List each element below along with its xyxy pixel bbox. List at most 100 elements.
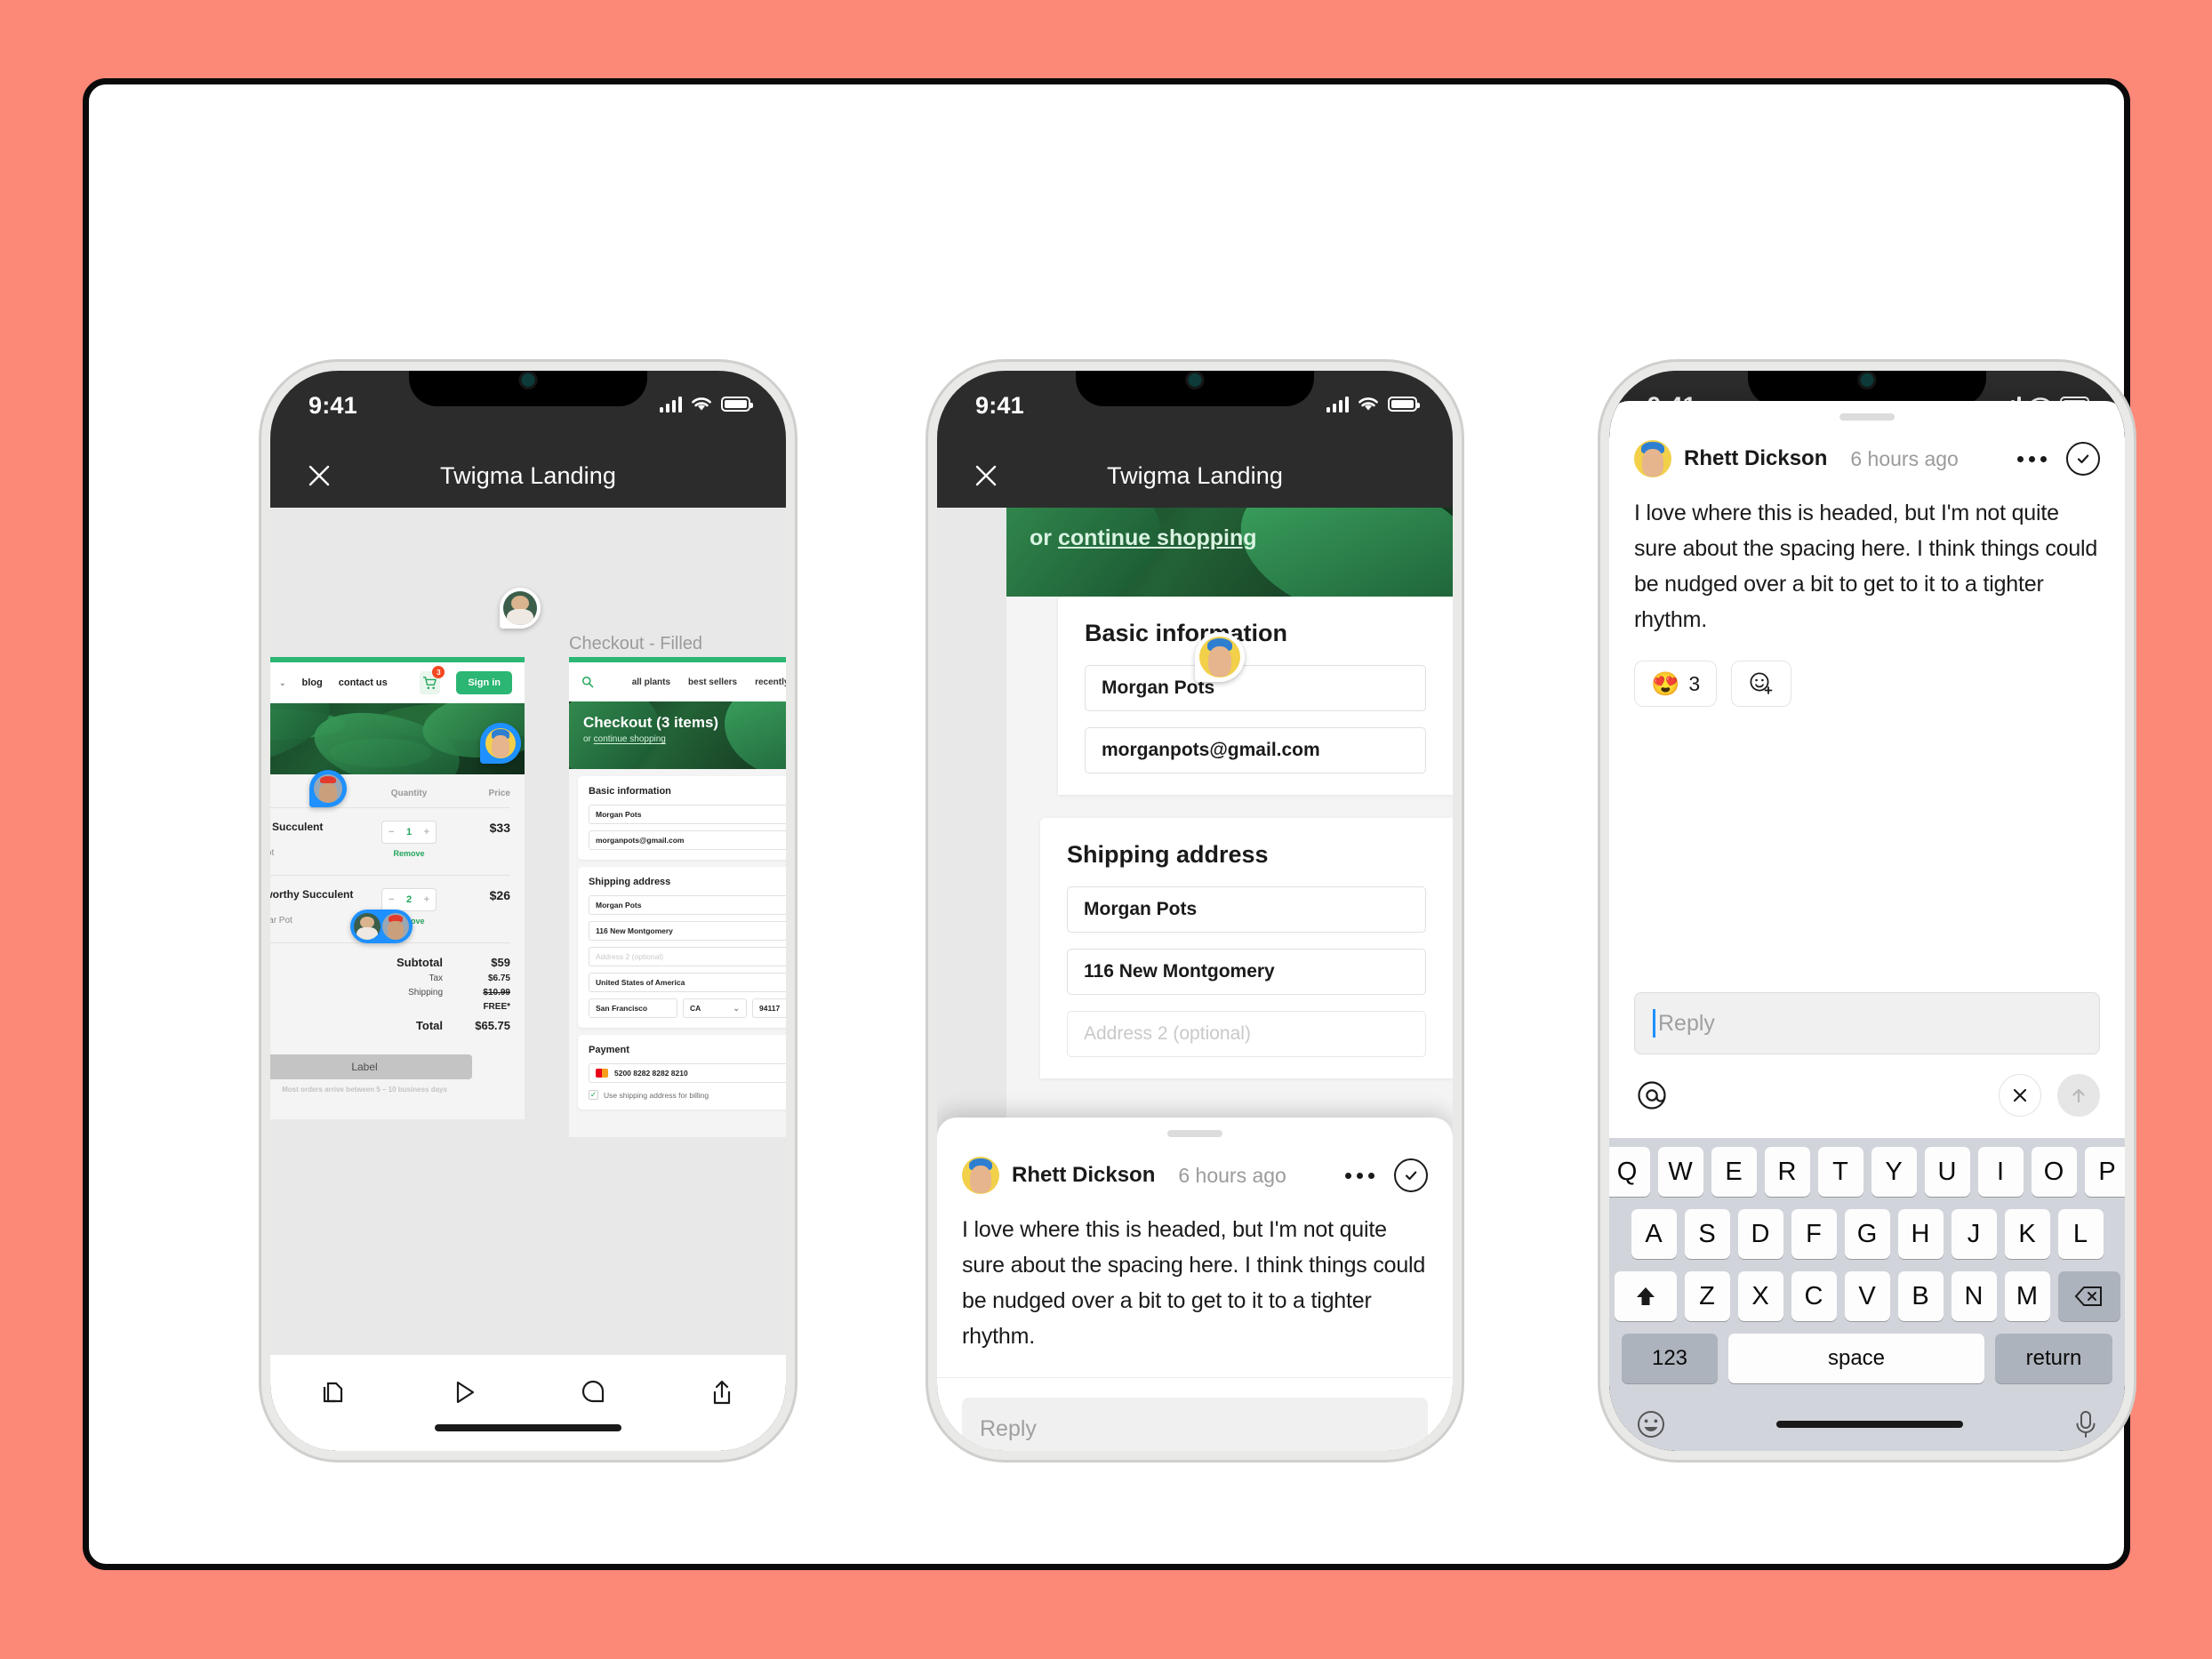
nav-contact-us[interactable]: contact us <box>339 677 388 688</box>
key-u[interactable]: U <box>1924 1147 1970 1197</box>
mirror-toolbar <box>270 1355 786 1451</box>
checkout-subtitle-prefix: or <box>583 734 594 744</box>
text-caret <box>1653 1009 1655 1038</box>
page-title: Twigma Landing <box>439 461 617 489</box>
email-field[interactable]: morganpots@gmail.com <box>1085 727 1426 773</box>
cancel-button[interactable] <box>1999 1074 2041 1117</box>
col-quantity: Quantity <box>390 789 428 798</box>
zip-field[interactable]: 94117 <box>752 998 786 1018</box>
shift-icon[interactable] <box>1614 1271 1677 1321</box>
decrement-icon[interactable]: − <box>389 827 394 838</box>
decrement-icon[interactable]: − <box>389 894 394 905</box>
email-field[interactable]: morganpots@gmail.com <box>589 830 786 850</box>
key-p[interactable]: P <box>2084 1147 2125 1197</box>
key-m[interactable]: M <box>2004 1271 2050 1321</box>
figma-canvas[interactable]: plant care ⌄ blog contact us 3 Sign in <box>270 508 786 1355</box>
address2-field[interactable]: Address 2 (optional) <box>1067 1011 1426 1057</box>
checkout-cta-button[interactable]: Label <box>270 1054 473 1079</box>
add-reaction-icon[interactable] <box>1731 661 1792 707</box>
delete-icon[interactable] <box>2057 1271 2120 1321</box>
key-h[interactable]: H <box>1897 1209 1944 1259</box>
billing-checkbox[interactable]: ✓ <box>589 1090 598 1100</box>
nav-recently-added[interactable]: recently added <box>755 677 786 687</box>
return-key[interactable]: return <box>1995 1334 2112 1383</box>
microphone-icon[interactable] <box>2071 1407 2101 1442</box>
shipping-address-heading: Shipping address <box>589 877 671 887</box>
key-c[interactable]: C <box>1791 1271 1837 1321</box>
more-dots-icon[interactable] <box>2017 455 2047 462</box>
sign-in-button[interactable]: Sign in <box>456 671 512 694</box>
present-button[interactable] <box>446 1374 482 1410</box>
emoji-icon[interactable] <box>1633 1407 1669 1442</box>
nav-best-sellers[interactable]: best sellers <box>688 677 737 687</box>
ship-name-field[interactable]: Morgan Pots <box>1067 886 1426 933</box>
checkout-title: Checkout (3 items) <box>583 714 719 731</box>
at-mention-icon[interactable] <box>1634 1078 1670 1113</box>
key-v[interactable]: V <box>1844 1271 1890 1321</box>
key-w[interactable]: W <box>1657 1147 1703 1197</box>
check-circle-icon[interactable] <box>2066 442 2100 476</box>
key-e[interactable]: E <box>1711 1147 1757 1197</box>
key-o[interactable]: O <box>2031 1147 2077 1197</box>
key-a[interactable]: A <box>1631 1209 1677 1259</box>
continue-shopping-link[interactable]: continue shopping <box>1058 525 1257 550</box>
reply-input[interactable]: Reply <box>1634 992 2100 1054</box>
remove-link[interactable]: Remove <box>393 849 424 858</box>
key-b[interactable]: B <box>1897 1271 1944 1321</box>
increment-icon[interactable]: + <box>424 827 429 838</box>
key-s[interactable]: S <box>1684 1209 1730 1259</box>
reply-input[interactable]: Reply <box>962 1398 1428 1451</box>
payment-card: Payment 5200 8282 8282 8210 03/25 ✓ Use … <box>578 1035 786 1110</box>
key-k[interactable]: K <box>2004 1209 2050 1259</box>
numbers-key[interactable]: 123 <box>1622 1334 1718 1383</box>
quantity-stepper[interactable]: − 2 + <box>381 888 437 911</box>
state-select[interactable]: CA ⌄ <box>683 998 747 1018</box>
key-x[interactable]: X <box>1737 1271 1783 1321</box>
city-field[interactable]: San Francisco <box>589 998 677 1018</box>
key-f[interactable]: F <box>1791 1209 1837 1259</box>
chevron-down-icon: ⌄ <box>278 677 286 687</box>
tax-label: Tax <box>429 974 443 983</box>
address2-field[interactable]: Address 2 (optional) <box>589 947 786 966</box>
shopping-cart-icon[interactable]: 3 <box>419 666 445 694</box>
country-field[interactable]: United States of America <box>589 973 786 992</box>
basic-information-card: Basic information Morgan Pots morganpots… <box>578 776 786 860</box>
nav-all-plants[interactable]: all plants <box>632 677 670 687</box>
sheet-grabber[interactable] <box>1167 1130 1222 1137</box>
space-key[interactable]: space <box>1728 1334 1984 1383</box>
close-icon[interactable] <box>973 462 999 489</box>
key-i[interactable]: I <box>1977 1147 2024 1197</box>
key-j[interactable]: J <box>1951 1209 1997 1259</box>
checkout-frame: all plants best sellers recently added C… <box>569 657 786 1137</box>
sheet-grabber[interactable] <box>1839 413 1895 421</box>
key-y[interactable]: Y <box>1871 1147 1917 1197</box>
quantity-stepper[interactable]: − 1 + <box>381 821 437 844</box>
more-dots-icon[interactable] <box>1345 1172 1374 1179</box>
key-r[interactable]: R <box>1764 1147 1810 1197</box>
address1-field[interactable]: 116 New Montgomery <box>1067 949 1426 995</box>
increment-icon[interactable]: + <box>424 894 429 905</box>
key-d[interactable]: D <box>1737 1209 1783 1259</box>
key-n[interactable]: N <box>1951 1271 1997 1321</box>
key-q[interactable]: Q <box>1609 1147 1650 1197</box>
name-field[interactable]: Morgan Pots <box>589 805 786 824</box>
pages-button[interactable] <box>317 1374 353 1410</box>
key-z[interactable]: Z <box>1684 1271 1730 1321</box>
continue-shopping-link[interactable]: continue shopping <box>594 734 666 744</box>
collaborator-cursor-3 <box>309 770 347 807</box>
ios-keyboard[interactable]: Q W E R T Y U I O P A S D F G H J K L Z … <box>1609 1138 2125 1451</box>
heart-eyes-reaction[interactable]: 😍 3 <box>1634 661 1718 707</box>
ship-name-field[interactable]: Morgan Pots <box>589 895 786 915</box>
address1-field[interactable]: 116 New Montgomery <box>589 921 786 941</box>
comment-button[interactable] <box>575 1374 611 1410</box>
name-field[interactable]: Morgan Pots <box>1085 665 1426 711</box>
key-t[interactable]: T <box>1817 1147 1863 1197</box>
key-g[interactable]: G <box>1844 1209 1890 1259</box>
close-icon[interactable] <box>306 462 333 489</box>
share-button[interactable] <box>704 1374 740 1410</box>
key-l[interactable]: L <box>2057 1209 2104 1259</box>
nav-blog[interactable]: blog <box>302 677 323 688</box>
check-circle-icon[interactable] <box>1394 1158 1428 1192</box>
cellular-signal-icon <box>659 396 682 413</box>
send-button[interactable] <box>2057 1074 2100 1117</box>
